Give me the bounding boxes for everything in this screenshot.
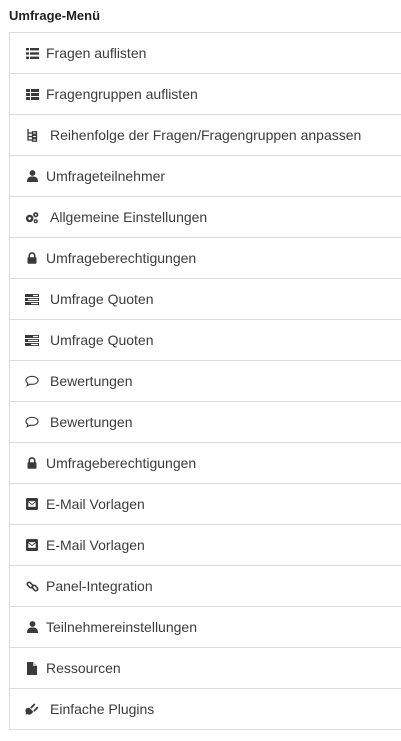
menu-item-label: E-Mail Vorlagen	[46, 496, 145, 512]
menu-item-participants[interactable]: Umfrageteilnehmer	[9, 156, 401, 197]
menu-item-panel-integration[interactable]: Panel-Integration	[9, 566, 401, 607]
grouped-list-icon	[25, 87, 39, 101]
menu-item-email-templates[interactable]: E-Mail Vorlagen	[9, 525, 401, 566]
envelope-square-icon	[25, 538, 39, 552]
menu-item-label: Bewertungen	[50, 414, 133, 430]
lock-icon	[25, 251, 39, 265]
comment-icon	[25, 415, 39, 429]
tasks-icon	[25, 333, 39, 347]
comment-icon	[25, 374, 39, 388]
menu-item-label: Umfrage Quoten	[50, 332, 154, 348]
menu-item-label: Umfrageberechtigungen	[46, 455, 197, 471]
menu-item-label: Bewertungen	[50, 373, 133, 389]
menu-item-permissions[interactable]: Umfrageberechtigungen	[9, 238, 401, 279]
menu-item-label: Umfrage Quoten	[50, 291, 154, 307]
menu-item-quotas[interactable]: Umfrage Quoten	[9, 320, 401, 361]
menu-item-label: Umfrageteilnehmer	[46, 168, 166, 184]
plug-icon	[25, 702, 39, 716]
gears-icon	[25, 210, 39, 224]
menu-item-list-question-groups[interactable]: Fragengruppen auflisten	[9, 74, 401, 115]
menu-item-simple-plugins[interactable]: Einfache Plugins	[9, 689, 401, 730]
menu-item-list-questions[interactable]: Fragen auflisten	[9, 33, 401, 74]
menu-item-participant-settings[interactable]: Teilnehmereinstellungen	[9, 607, 401, 648]
menu-item-assessments[interactable]: Bewertungen	[9, 361, 401, 402]
menu-item-general-settings[interactable]: Allgemeine Einstellungen	[9, 197, 401, 238]
menu-item-permissions[interactable]: Umfrageberechtigungen	[9, 443, 401, 484]
menu-item-resources[interactable]: Ressourcen	[9, 648, 401, 689]
survey-menu-list: Fragen auflisten Fragengruppen auflisten…	[9, 32, 401, 730]
menu-item-label: E-Mail Vorlagen	[46, 537, 145, 553]
menu-item-assessments[interactable]: Bewertungen	[9, 402, 401, 443]
menu-item-quotas[interactable]: Umfrage Quoten	[9, 279, 401, 320]
menu-item-reorder[interactable]: Reihenfolge der Fragen/Fragengruppen anp…	[9, 115, 401, 156]
menu-item-label: Umfrageberechtigungen	[46, 250, 197, 266]
menu-item-label: Ressourcen	[46, 660, 121, 676]
tasks-icon	[25, 292, 39, 306]
user-icon	[25, 620, 39, 634]
menu-item-label: Einfache Plugins	[50, 701, 155, 717]
link-icon	[25, 579, 39, 593]
menu-title: Umfrage-Menü	[9, 8, 101, 23]
menu-item-label: Reihenfolge der Fragen/Fragengruppen anp…	[50, 127, 362, 143]
sort-tree-icon	[25, 128, 39, 142]
menu-item-label: Panel-Integration	[46, 578, 153, 594]
list-icon	[25, 46, 39, 60]
user-icon	[25, 169, 39, 183]
menu-item-label: Fragengruppen auflisten	[46, 86, 198, 102]
menu-item-label: Fragen auflisten	[46, 45, 147, 61]
menu-item-label: Allgemeine Einstellungen	[50, 209, 208, 225]
menu-item-label: Teilnehmereinstellungen	[46, 619, 197, 635]
lock-icon	[25, 456, 39, 470]
menu-item-email-templates[interactable]: E-Mail Vorlagen	[9, 484, 401, 525]
file-icon	[25, 661, 39, 675]
envelope-square-icon	[25, 497, 39, 511]
